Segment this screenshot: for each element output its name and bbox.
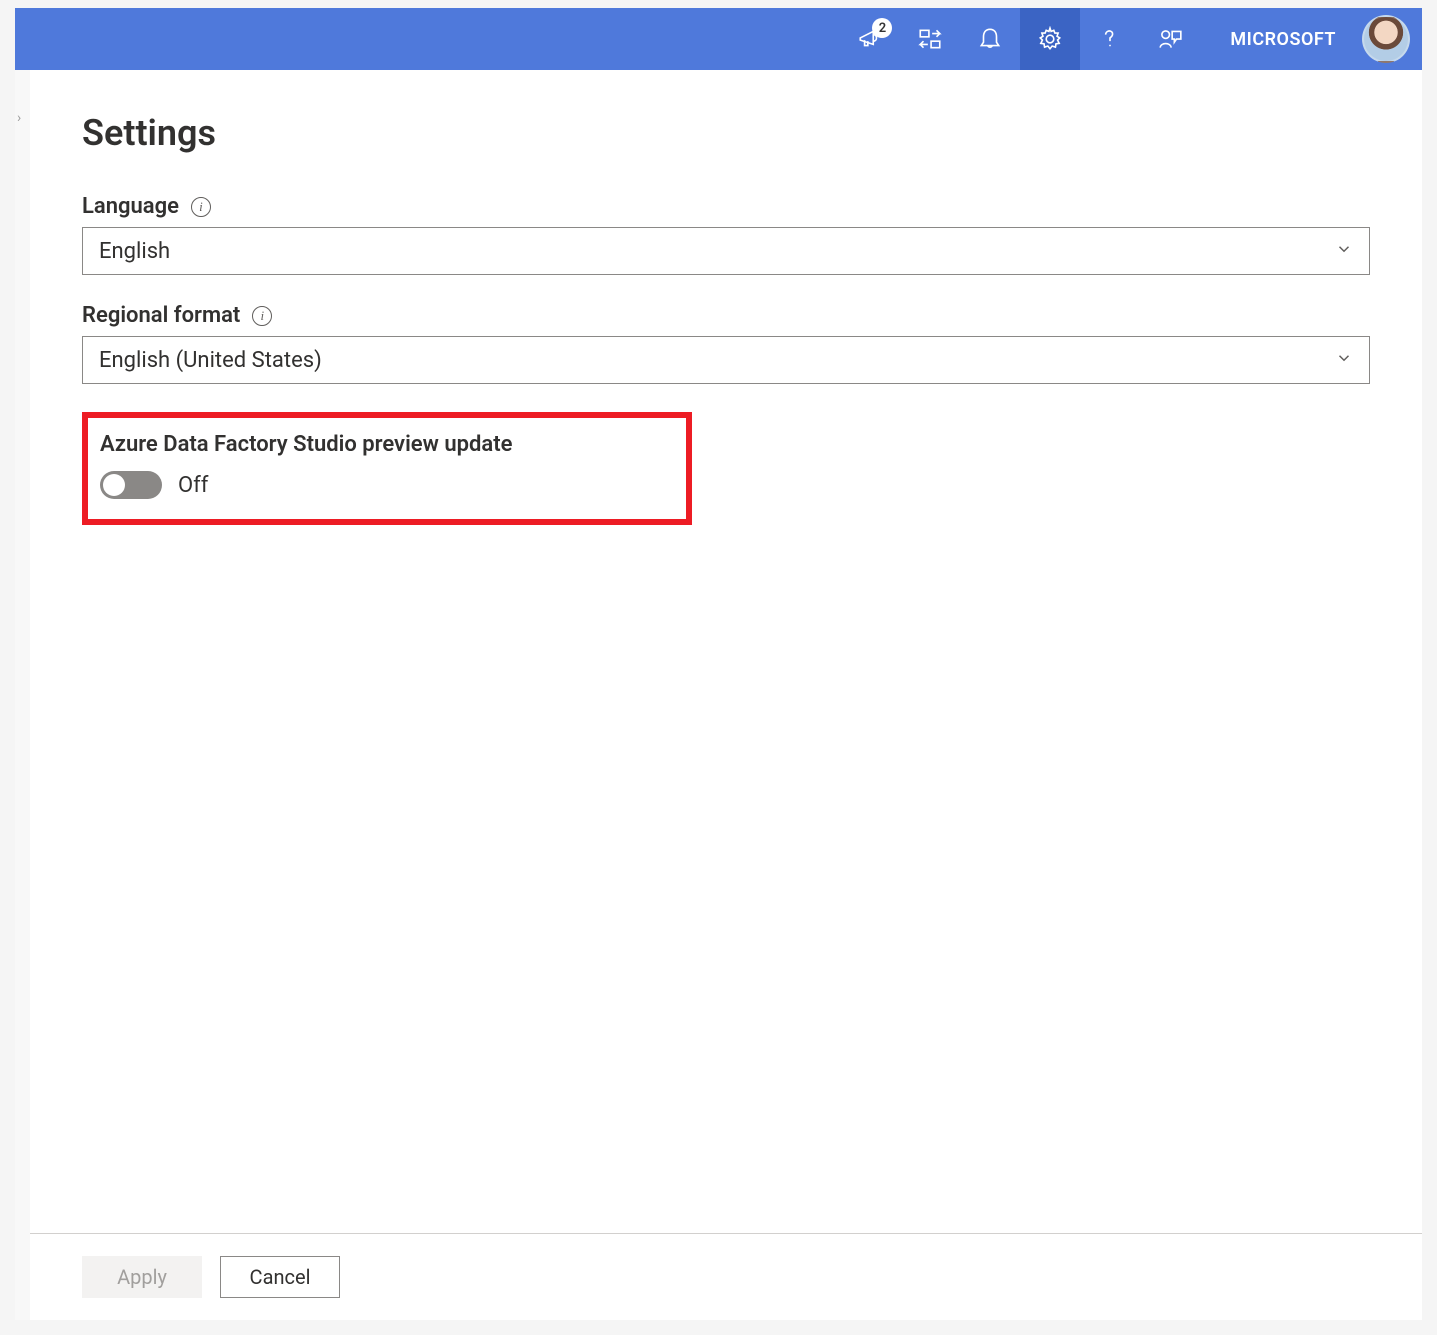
gear-icon — [1037, 26, 1063, 52]
page-title: Settings — [82, 112, 1370, 154]
left-nav-sliver: › — [15, 70, 30, 1320]
settings-button[interactable] — [1020, 8, 1080, 70]
announcements-badge: 2 — [872, 18, 892, 38]
apply-button: Apply — [82, 1256, 202, 1298]
regional-format-field: Regional format i English (United States… — [82, 303, 1370, 384]
preview-update-state: Off — [178, 473, 208, 498]
language-field: Language i English — [82, 194, 1370, 275]
language-select[interactable]: English — [82, 227, 1370, 275]
settings-panel: Settings Language i English Regional for… — [30, 70, 1422, 1320]
info-icon[interactable]: i — [191, 197, 211, 217]
cancel-button[interactable]: Cancel — [220, 1256, 340, 1298]
chevron-down-icon — [1335, 348, 1353, 373]
feedback-icon — [1157, 26, 1183, 52]
switch-icon — [917, 26, 943, 52]
notifications-button[interactable] — [960, 8, 1020, 70]
preview-update-label: Azure Data Factory Studio preview update — [100, 432, 674, 457]
help-icon — [1097, 26, 1123, 52]
switch-factory-button[interactable] — [900, 8, 960, 70]
feedback-button[interactable] — [1140, 8, 1200, 70]
language-value: English — [99, 239, 170, 264]
panel-footer: Apply Cancel — [30, 1233, 1422, 1320]
avatar[interactable] — [1362, 15, 1410, 63]
language-label: Language — [82, 194, 179, 219]
preview-update-highlight: Azure Data Factory Studio preview update… — [82, 412, 692, 525]
info-icon[interactable]: i — [252, 306, 272, 326]
help-button[interactable] — [1080, 8, 1140, 70]
announcements-button[interactable]: 2 — [840, 8, 900, 70]
regional-format-value: English (United States) — [99, 348, 322, 373]
preview-update-toggle[interactable] — [100, 471, 162, 499]
tenant-label[interactable]: MICROSOFT — [1200, 29, 1356, 50]
bell-icon — [977, 26, 1003, 52]
top-bar: 2 MICROSOFT — [15, 8, 1422, 70]
chevron-down-icon — [1335, 239, 1353, 264]
regional-format-label: Regional format — [82, 303, 240, 328]
regional-format-select[interactable]: English (United States) — [82, 336, 1370, 384]
toggle-knob — [103, 474, 125, 496]
